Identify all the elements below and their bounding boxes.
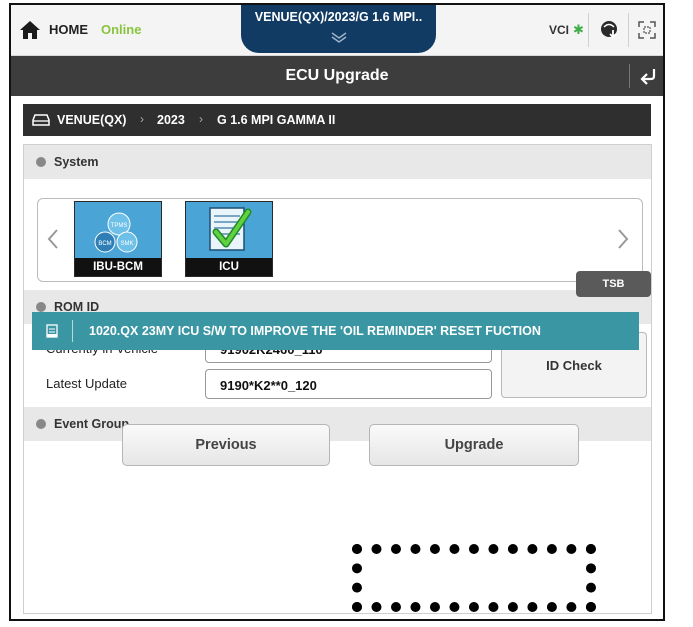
home-icon[interactable] <box>19 19 41 41</box>
download-globe-icon[interactable] <box>599 18 621 40</box>
fullscreen-icon[interactable] <box>638 21 656 39</box>
vehicle-selector-tab[interactable]: VENUE(QX)/2023/G 1.6 MPI.. <box>241 5 436 53</box>
event-item[interactable]: 1020.QX 23MY ICU S/W TO IMPROVE THE 'OIL… <box>32 312 639 350</box>
app-window: HOME Online VENUE(QX)/2023/G 1.6 MPI.. V… <box>9 3 665 621</box>
breadcrumb-year: 2023 <box>157 113 185 127</box>
breadcrumb-model: VENUE(QX) <box>57 113 127 127</box>
status-bar: HOME Online VENUE(QX)/2023/G 1.6 MPI.. V… <box>11 5 663 56</box>
svg-text:SMK: SMK <box>120 241 133 247</box>
ecu-tile-label: ICU <box>186 258 272 276</box>
ecu-tile-icu[interactable]: ICU <box>185 201 273 277</box>
latest-rom-id-field: 9190*K2**0_120 <box>205 369 492 399</box>
title-bar: ECU Upgrade <box>11 56 663 96</box>
ecu-tile-ibu-bcm[interactable]: TPMS BCM SMK IBU-BCM <box>74 201 162 277</box>
document-icon <box>46 324 58 338</box>
svg-text:TPMS: TPMS <box>111 223 128 229</box>
back-arrow-icon[interactable] <box>639 66 659 86</box>
chevron-left-icon[interactable] <box>46 228 60 250</box>
breadcrumb: VENUE(QX) › 2023 › G 1.6 MPI GAMMA II <box>23 104 651 136</box>
breadcrumb-separator: › <box>140 112 144 126</box>
vehicle-tab-label: VENUE(QX)/2023/G 1.6 MPI.. <box>254 10 423 24</box>
upgrade-highlight-box <box>352 544 596 612</box>
previous-button[interactable]: Previous <box>122 424 330 466</box>
divider <box>628 13 629 47</box>
breadcrumb-separator: › <box>199 112 203 126</box>
bluetooth-icon: ✱ <box>573 22 584 37</box>
ecu-tile-label: IBU-BCM <box>75 258 161 276</box>
chevron-right-icon[interactable] <box>616 228 630 250</box>
latest-update-label: Latest Update <box>46 376 127 391</box>
latest-rom-id-value: 9190*K2**0_120 <box>220 378 317 393</box>
upgrade-button[interactable]: Upgrade <box>369 424 579 466</box>
bullet-icon <box>36 302 46 312</box>
ibu-bcm-icon: TPMS BCM SMK <box>75 202 161 258</box>
divider <box>588 13 589 47</box>
event-group-section-label: Event Group <box>54 417 130 431</box>
chevron-down-icon <box>331 32 347 43</box>
page-title: ECU Upgrade <box>285 67 389 84</box>
bullet-icon <box>36 157 46 167</box>
event-description: 1020.QX 23MY ICU S/W TO IMPROVE THE 'OIL… <box>89 324 541 338</box>
system-section-label: System <box>54 155 99 169</box>
breadcrumb-engine: G 1.6 MPI GAMMA II <box>217 113 336 127</box>
connection-status: Online <box>101 22 142 37</box>
system-carousel: TPMS BCM SMK IBU-BCM ICU <box>37 198 643 282</box>
home-label[interactable]: HOME <box>49 22 88 37</box>
svg-text:BCM: BCM <box>98 241 111 247</box>
tsb-button[interactable]: TSB <box>576 271 651 297</box>
car-icon <box>32 114 50 126</box>
icu-checkmark-icon <box>186 202 272 258</box>
system-section-header: System <box>24 145 651 179</box>
vci-label: VCI <box>549 23 570 37</box>
divider <box>629 64 630 88</box>
bullet-icon <box>36 419 46 429</box>
divider <box>72 320 73 342</box>
